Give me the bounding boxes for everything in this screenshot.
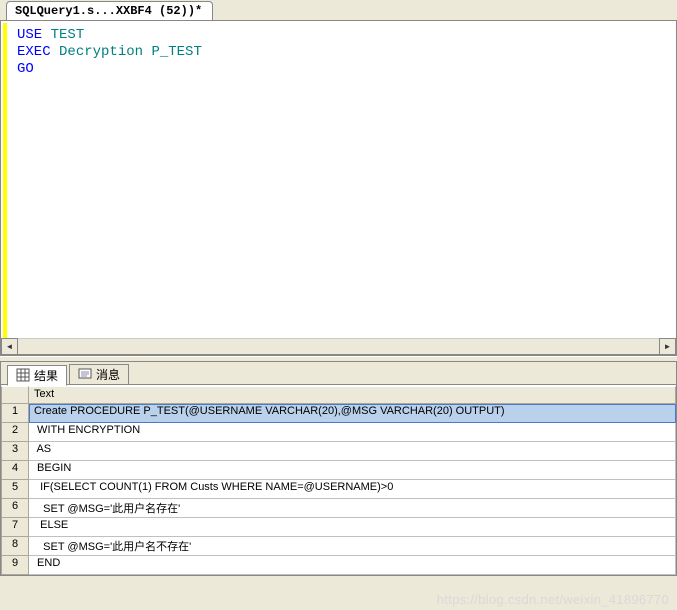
row-number-cell[interactable]: 9 [1,556,29,575]
tab-messages[interactable]: 消息 [69,364,129,385]
grid-header-row: Text [1,386,676,404]
grid-cell[interactable]: SET @MSG='此用户名存在' [29,499,676,518]
code-token [42,27,50,43]
row-number-cell[interactable]: 6 [1,499,29,518]
sql-editor-pane: USE TESTEXEC Decryption P_TESTGO ◄ ► [0,21,677,356]
tab-messages-label: 消息 [96,366,120,383]
grid-cell[interactable]: Create PROCEDURE P_TEST(@USERNAME VARCHA… [29,404,676,423]
row-number-header[interactable] [1,386,29,404]
table-row[interactable]: 5 IF(SELECT COUNT(1) FROM Custs WHERE NA… [1,480,676,499]
grid-cell[interactable]: BEGIN [29,461,676,480]
code-token [51,44,59,60]
table-row[interactable]: 9 END [1,556,676,575]
grid-cell[interactable]: END [29,556,676,575]
query-tab-title: SQLQuery1.s...XXBF4 (52))* [15,4,202,18]
table-row[interactable]: 3 AS [1,442,676,461]
code-token: P_TEST [151,44,201,60]
scroll-right-arrow-icon[interactable]: ► [659,338,676,355]
code-token: Decryption [59,44,143,60]
scroll-left-arrow-icon[interactable]: ◄ [1,338,18,355]
scrollbar-track[interactable] [18,338,659,355]
query-tab-bar: SQLQuery1.s...XXBF4 (52))* [0,0,677,21]
row-number-cell[interactable]: 8 [1,537,29,556]
row-number-cell[interactable]: 1 [1,404,29,423]
grid-cell[interactable]: SET @MSG='此用户名不存在' [29,537,676,556]
code-token: USE [17,27,42,43]
row-number-cell[interactable]: 7 [1,518,29,537]
grid-cell[interactable]: WITH ENCRYPTION [29,423,676,442]
row-number-cell[interactable]: 5 [1,480,29,499]
tab-results-label: 结果 [34,367,58,384]
messages-icon [78,367,92,381]
code-token: TEST [51,27,85,43]
editor-line: EXEC Decryption P_TEST [17,44,670,61]
table-row[interactable]: 4 BEGIN [1,461,676,480]
row-number-cell[interactable]: 3 [1,442,29,461]
row-number-cell[interactable]: 2 [1,423,29,442]
sql-editor[interactable]: USE TESTEXEC Decryption P_TESTGO [3,23,674,338]
grid-cell[interactable]: ELSE [29,518,676,537]
table-row[interactable]: 1Create PROCEDURE P_TEST(@USERNAME VARCH… [1,404,676,423]
table-row[interactable]: 2 WITH ENCRYPTION [1,423,676,442]
code-token: GO [17,61,34,77]
column-header-text[interactable]: Text [29,386,676,404]
results-pane: 结果 消息 Text 1Create PROCEDURE P_TEST(@USE… [0,362,677,576]
row-number-cell[interactable]: 4 [1,461,29,480]
table-row[interactable]: 7 ELSE [1,518,676,537]
query-tab[interactable]: SQLQuery1.s...XXBF4 (52))* [6,1,213,20]
table-row[interactable]: 6 SET @MSG='此用户名存在' [1,499,676,518]
editor-line: USE TEST [17,27,670,44]
editor-line: GO [17,61,670,78]
watermark-text: https://blog.csdn.net/weixin_41896770 [437,592,669,607]
grid-cell[interactable]: AS [29,442,676,461]
code-token: EXEC [17,44,51,60]
grid-icon [16,368,30,382]
table-row[interactable]: 8 SET @MSG='此用户名不存在' [1,537,676,556]
editor-horizontal-scrollbar[interactable]: ◄ ► [1,338,676,355]
tab-results[interactable]: 结果 [7,365,67,386]
grid-cell[interactable]: IF(SELECT COUNT(1) FROM Custs WHERE NAME… [29,480,676,499]
results-grid[interactable]: Text 1Create PROCEDURE P_TEST(@USERNAME … [1,385,676,575]
results-tab-bar: 结果 消息 [1,362,676,385]
